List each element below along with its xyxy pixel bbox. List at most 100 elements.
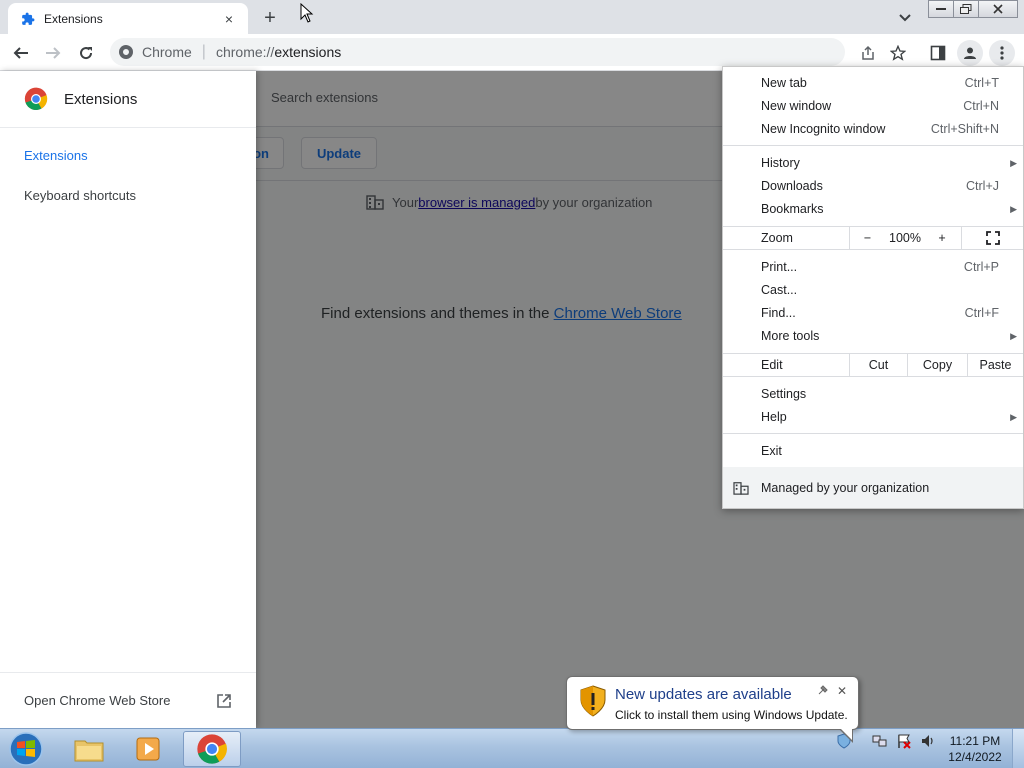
menu-label: New tab: [761, 76, 807, 90]
forward-arrow-icon[interactable]: [40, 40, 66, 66]
taskbar-media-player-icon[interactable]: [120, 731, 178, 767]
taskbar-clock[interactable]: 11:21 PM 12/4/2022: [940, 733, 1010, 765]
menu-item-settings[interactable]: Settings: [723, 383, 1023, 405]
menu-label: Downloads: [761, 179, 823, 193]
menu-item-help[interactable]: Help ▶: [723, 406, 1023, 428]
menu-separator: [723, 433, 1023, 434]
menu-label: Zoom: [761, 231, 793, 245]
chrome-gray-icon: [119, 45, 133, 59]
balloon-close-icon[interactable]: ✕: [837, 684, 847, 698]
menu-item-new-incognito[interactable]: New Incognito window Ctrl+Shift+N: [723, 118, 1023, 140]
sidebar-title: Extensions: [64, 90, 138, 108]
start-button[interactable]: [6, 731, 46, 767]
menu-label: Managed by your organization: [761, 480, 930, 495]
url-text[interactable]: chrome://extensions: [216, 44, 341, 60]
menu-row-zoom: Zoom − 100% +: [723, 226, 1023, 250]
balloon-tail-fill: [840, 728, 852, 740]
menu-item-bookmarks[interactable]: Bookmarks ▶: [723, 198, 1023, 220]
network-icon[interactable]: [872, 733, 888, 749]
menu-label: New window: [761, 99, 832, 113]
zoom-in-button[interactable]: +: [925, 227, 959, 249]
new-tab-button[interactable]: +: [258, 6, 282, 30]
paste-button[interactable]: Paste: [967, 354, 1023, 376]
taskbar-explorer-folder-icon[interactable]: [60, 731, 118, 767]
balloon-options-icon[interactable]: [817, 684, 829, 699]
taskbar-chrome-icon[interactable]: [183, 731, 241, 767]
menu-item-downloads[interactable]: Downloads Ctrl+J: [723, 175, 1023, 197]
menu-item-more-tools[interactable]: More tools ▶: [723, 325, 1023, 347]
menu-shortcut: Ctrl+N: [963, 99, 999, 113]
windows-taskbar: 11:21 PM 12/4/2022: [0, 728, 1024, 768]
windows-logo-icon: [9, 732, 43, 766]
menu-label: More tools: [761, 329, 820, 343]
chrome-logo-icon: [24, 87, 48, 111]
site-label: Chrome: [142, 44, 192, 60]
profile-avatar-icon[interactable]: [957, 40, 983, 66]
tab-title: Extensions: [44, 11, 103, 26]
balloon-message: Click to install them using Windows Upda…: [615, 708, 848, 722]
chrome-menu: New tab Ctrl+T New window Ctrl+N New Incog…: [722, 66, 1024, 509]
clock-date: 12/4/2022: [948, 750, 1002, 764]
menu-label: History: [761, 156, 800, 170]
clock-time: 11:21 PM: [949, 734, 1001, 748]
menu-shortcut: Ctrl+Shift+N: [930, 122, 999, 136]
open-web-store-label: Open Chrome Web Store: [24, 693, 171, 708]
menu-item-print[interactable]: Print... Ctrl+P: [723, 256, 1023, 278]
menu-item-managed[interactable]: Managed by your organization: [723, 467, 1023, 508]
menu-item-exit[interactable]: Exit: [723, 440, 1023, 462]
zoom-out-button[interactable]: −: [849, 227, 885, 249]
menu-shortcut: Ctrl+F: [964, 306, 999, 320]
omnibox-separator: |: [201, 43, 206, 60]
menu-label: Settings: [761, 387, 807, 401]
minimize-button[interactable]: [928, 0, 954, 18]
menu-label: Cast...: [761, 283, 798, 297]
menu-item-history[interactable]: History ▶: [723, 152, 1023, 174]
sidebar-header: Extensions: [0, 71, 256, 128]
menu-label: Find...: [761, 306, 796, 320]
sidebar-item-keyboard-shortcuts[interactable]: Keyboard shortcuts: [24, 188, 136, 203]
menu-label: Edit: [761, 358, 783, 372]
open-web-store-link[interactable]: Open Chrome Web Store: [0, 672, 256, 728]
warning-shield-icon: [579, 685, 607, 720]
volume-icon[interactable]: [920, 733, 936, 749]
menu-label: Exit: [761, 444, 782, 458]
show-desktop-button[interactable]: [1012, 729, 1024, 768]
action-center-flag-icon[interactable]: [896, 733, 912, 749]
menu-shortcut: Ctrl+J: [966, 179, 999, 193]
mouse-cursor-icon: [300, 2, 314, 26]
open-external-icon: [217, 693, 231, 708]
address-bar[interactable]: Chrome | chrome://extensions: [110, 38, 845, 66]
menu-item-find[interactable]: Find... Ctrl+F: [723, 302, 1023, 324]
tab-close-icon[interactable]: ×: [220, 10, 238, 28]
chrome-site-chip[interactable]: Chrome: [118, 44, 192, 60]
window-close-button[interactable]: [978, 0, 1018, 18]
menu-item-new-tab[interactable]: New tab Ctrl+T: [723, 72, 1023, 94]
restore-button[interactable]: [953, 0, 979, 18]
back-arrow-icon[interactable]: [8, 40, 34, 66]
menu-label: Print...: [761, 260, 798, 274]
sidebar-item-extensions[interactable]: Extensions: [24, 148, 88, 163]
building-icon: [733, 481, 749, 495]
menu-separator: [723, 145, 1023, 146]
menu-item-new-window[interactable]: New window Ctrl+N: [723, 95, 1023, 117]
chrome-menu-kebab-icon[interactable]: [989, 40, 1015, 66]
zoom-value: 100%: [889, 231, 921, 245]
submenu-arrow-icon: ▶: [1010, 157, 1017, 168]
share-icon[interactable]: [855, 40, 881, 66]
tab-extensions[interactable]: Extensions ×: [8, 3, 248, 34]
side-panel-icon[interactable]: [925, 40, 951, 66]
fullscreen-icon[interactable]: [961, 227, 1023, 249]
menu-label: New Incognito window: [761, 122, 886, 136]
copy-button[interactable]: Copy: [907, 354, 967, 376]
reload-icon[interactable]: [73, 40, 99, 66]
menu-item-cast[interactable]: Cast...: [723, 279, 1023, 301]
menu-label: Help: [761, 410, 787, 424]
menu-shortcut: Ctrl+P: [963, 260, 999, 274]
balloon-title: New updates are available: [615, 686, 792, 703]
cut-button[interactable]: Cut: [849, 354, 907, 376]
update-notification-balloon[interactable]: New updates are available Click to insta…: [566, 676, 859, 743]
tab-search-chevron-icon[interactable]: [895, 8, 915, 28]
bookmark-star-icon[interactable]: [885, 40, 911, 66]
tab-strip: Extensions × +: [0, 0, 1024, 34]
submenu-arrow-icon: ▶: [1010, 203, 1017, 214]
